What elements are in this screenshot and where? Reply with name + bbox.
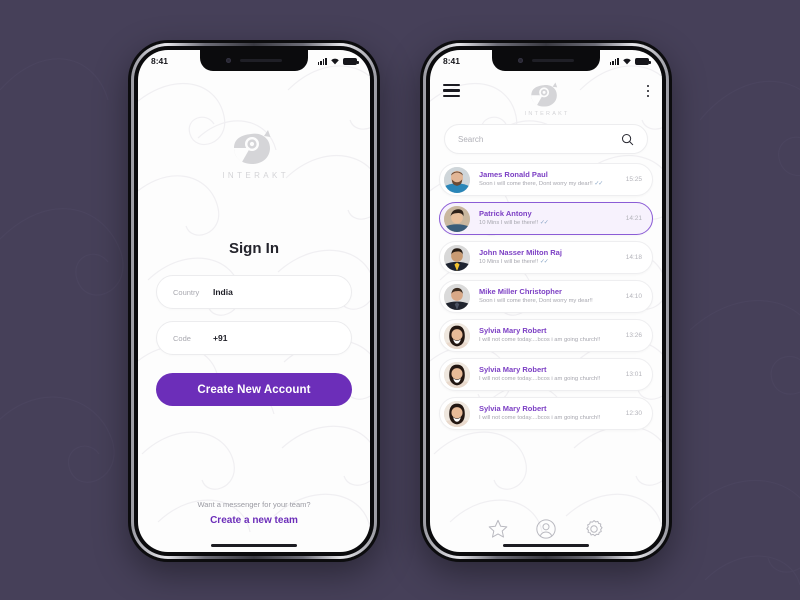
chat-timestamp: 14:10 bbox=[625, 293, 642, 300]
team-messenger-question: Want a messenger for your team? bbox=[197, 500, 311, 509]
chat-timestamp: 13:26 bbox=[625, 332, 642, 339]
phone-bezel: 8:41 bbox=[426, 46, 666, 556]
chat-preview-message: I will not come today....bcos i am going… bbox=[479, 376, 601, 383]
earpiece-speaker bbox=[240, 58, 282, 63]
chat-list-item[interactable]: Sylvia Mary Robert I will not come today… bbox=[439, 397, 653, 430]
star-icon[interactable] bbox=[487, 518, 509, 540]
chat-contact-name: James Ronald Paul bbox=[479, 169, 548, 179]
code-field-value: +91 bbox=[213, 333, 228, 343]
search-input[interactable]: Search bbox=[444, 124, 648, 154]
avatar-man-suit-dark-tie bbox=[444, 283, 470, 310]
search-icon[interactable] bbox=[621, 133, 634, 146]
avatar-smiling-woman bbox=[444, 400, 470, 427]
screen-signin: 8:41 INTERAKT Sign In Country India Code… bbox=[138, 50, 370, 552]
phone-device-signin: 8:41 INTERAKT Sign In Country India Code… bbox=[128, 40, 380, 562]
chat-list-item[interactable]: John Nasser Milton Raj 10 Mins I will be… bbox=[439, 241, 653, 274]
device-notch bbox=[200, 50, 308, 71]
front-camera-icon bbox=[518, 58, 523, 63]
code-field-label: Code bbox=[173, 333, 191, 343]
read-receipt-icon: ✓✓ bbox=[594, 181, 603, 188]
avatar-smiling-woman bbox=[444, 361, 470, 388]
chat-preview-message: I will not come today....bcos i am going… bbox=[479, 337, 601, 344]
brand-wordmark: INTERAKT bbox=[222, 171, 290, 180]
chat-contact-name: Mike Miller Christopher bbox=[479, 286, 562, 296]
chat-contact-name: Sylvia Mary Robert bbox=[479, 364, 547, 374]
signal-bars-icon bbox=[317, 57, 327, 65]
owl-logo-icon bbox=[531, 82, 558, 107]
gear-icon[interactable] bbox=[583, 518, 605, 540]
battery-icon bbox=[635, 57, 651, 65]
chat-list[interactable]: James Ronald Paul Soon i will come there… bbox=[430, 163, 662, 506]
chat-list-item[interactable]: Sylvia Mary Robert I will not come today… bbox=[439, 319, 653, 352]
device-notch bbox=[492, 50, 600, 71]
user-circle-icon[interactable] bbox=[535, 518, 557, 540]
avatar-smiling-woman bbox=[444, 322, 470, 349]
avatar-man-suit-yellow-tie bbox=[444, 244, 470, 271]
home-indicator bbox=[211, 544, 297, 547]
chat-list-item-active[interactable]: Patrick Antony 10 Mins I will be there!!… bbox=[439, 202, 653, 235]
background-swirl-pattern bbox=[0, 58, 800, 586]
earpiece-speaker bbox=[532, 58, 574, 63]
read-receipt-icon: ✓✓ bbox=[539, 220, 549, 227]
chat-preview-message: 10 Mins I will be there!! ✓✓ bbox=[479, 220, 549, 227]
page-title: Sign In bbox=[229, 240, 279, 257]
signal-bars-icon bbox=[609, 57, 619, 65]
chat-preview-message: Soon i will come there, Dont worry my de… bbox=[479, 181, 603, 188]
signin-form: Country India Code +91 bbox=[138, 275, 370, 355]
create-new-account-button[interactable]: Create New Account bbox=[156, 373, 352, 406]
country-field-value: India bbox=[213, 287, 233, 297]
front-camera-icon bbox=[226, 58, 231, 63]
country-field-label: Country bbox=[173, 287, 200, 297]
battery-icon bbox=[343, 57, 359, 65]
hamburger-menu-icon[interactable] bbox=[443, 82, 460, 98]
avatar-young-man-dark-hair bbox=[444, 205, 470, 232]
code-field[interactable]: Code +91 bbox=[156, 321, 352, 355]
brand-logo-block: INTERAKT bbox=[138, 127, 370, 180]
chat-timestamp: 13:01 bbox=[625, 371, 642, 378]
chat-contact-name: John Nasser Milton Raj bbox=[479, 247, 562, 257]
chat-preview-message: Soon i will come there, Dont worry my de… bbox=[479, 298, 593, 305]
signin-content: INTERAKT Sign In Country India Code +91 … bbox=[138, 50, 370, 552]
owl-logo-icon bbox=[234, 130, 271, 164]
kebab-menu-icon[interactable] bbox=[646, 82, 649, 98]
brand-logo-block: INTERAKT bbox=[523, 80, 570, 117]
app-top-bar: INTERAKT bbox=[430, 74, 662, 120]
chat-contact-name: Sylvia Mary Robert bbox=[479, 325, 547, 335]
chat-list-item[interactable]: Mike Miller Christopher Soon i will come… bbox=[439, 280, 653, 313]
chat-timestamp: 12:30 bbox=[625, 410, 642, 417]
chat-timestamp: 14:18 bbox=[625, 254, 642, 261]
avatar-bearded-man-blue bbox=[444, 166, 470, 193]
phone-device-chatlist: 8:41 INTERAKT Search James Ronald Paul S… bbox=[420, 40, 672, 562]
chat-preview-message: 10 Mins I will be there!! ✓✓ bbox=[479, 259, 549, 266]
status-time: 8:41 bbox=[151, 56, 169, 66]
screen-chatlist: 8:41 INTERAKT Search James Ronald Paul S… bbox=[430, 50, 662, 552]
chat-contact-name: Patrick Antony bbox=[479, 208, 532, 218]
chatlist-content: INTERAKT Search James Ronald Paul Soon i… bbox=[430, 50, 662, 552]
wifi-icon bbox=[331, 58, 339, 65]
home-indicator bbox=[503, 544, 589, 547]
chat-timestamp: 15:25 bbox=[625, 176, 642, 183]
chat-list-item[interactable]: Sylvia Mary Robert I will not come today… bbox=[439, 358, 653, 391]
phone-bezel: 8:41 bbox=[134, 46, 374, 556]
status-time: 8:41 bbox=[443, 56, 461, 66]
search-placeholder: Search bbox=[458, 134, 484, 144]
chat-contact-name: Sylvia Mary Robert bbox=[479, 403, 547, 413]
country-field[interactable]: Country India bbox=[156, 275, 352, 309]
signin-footer: Want a messenger for your team? Create a… bbox=[138, 500, 370, 526]
chat-preview-message: I will not come today....bcos i am going… bbox=[479, 415, 601, 422]
chat-list-item[interactable]: James Ronald Paul Soon i will come there… bbox=[439, 163, 653, 196]
wifi-icon bbox=[623, 58, 631, 65]
create-new-team-link[interactable]: Create a new team bbox=[138, 515, 370, 526]
chat-timestamp: 14:21 bbox=[625, 215, 642, 222]
brand-wordmark: INTERAKT bbox=[524, 111, 570, 117]
read-receipt-icon: ✓✓ bbox=[539, 259, 549, 266]
